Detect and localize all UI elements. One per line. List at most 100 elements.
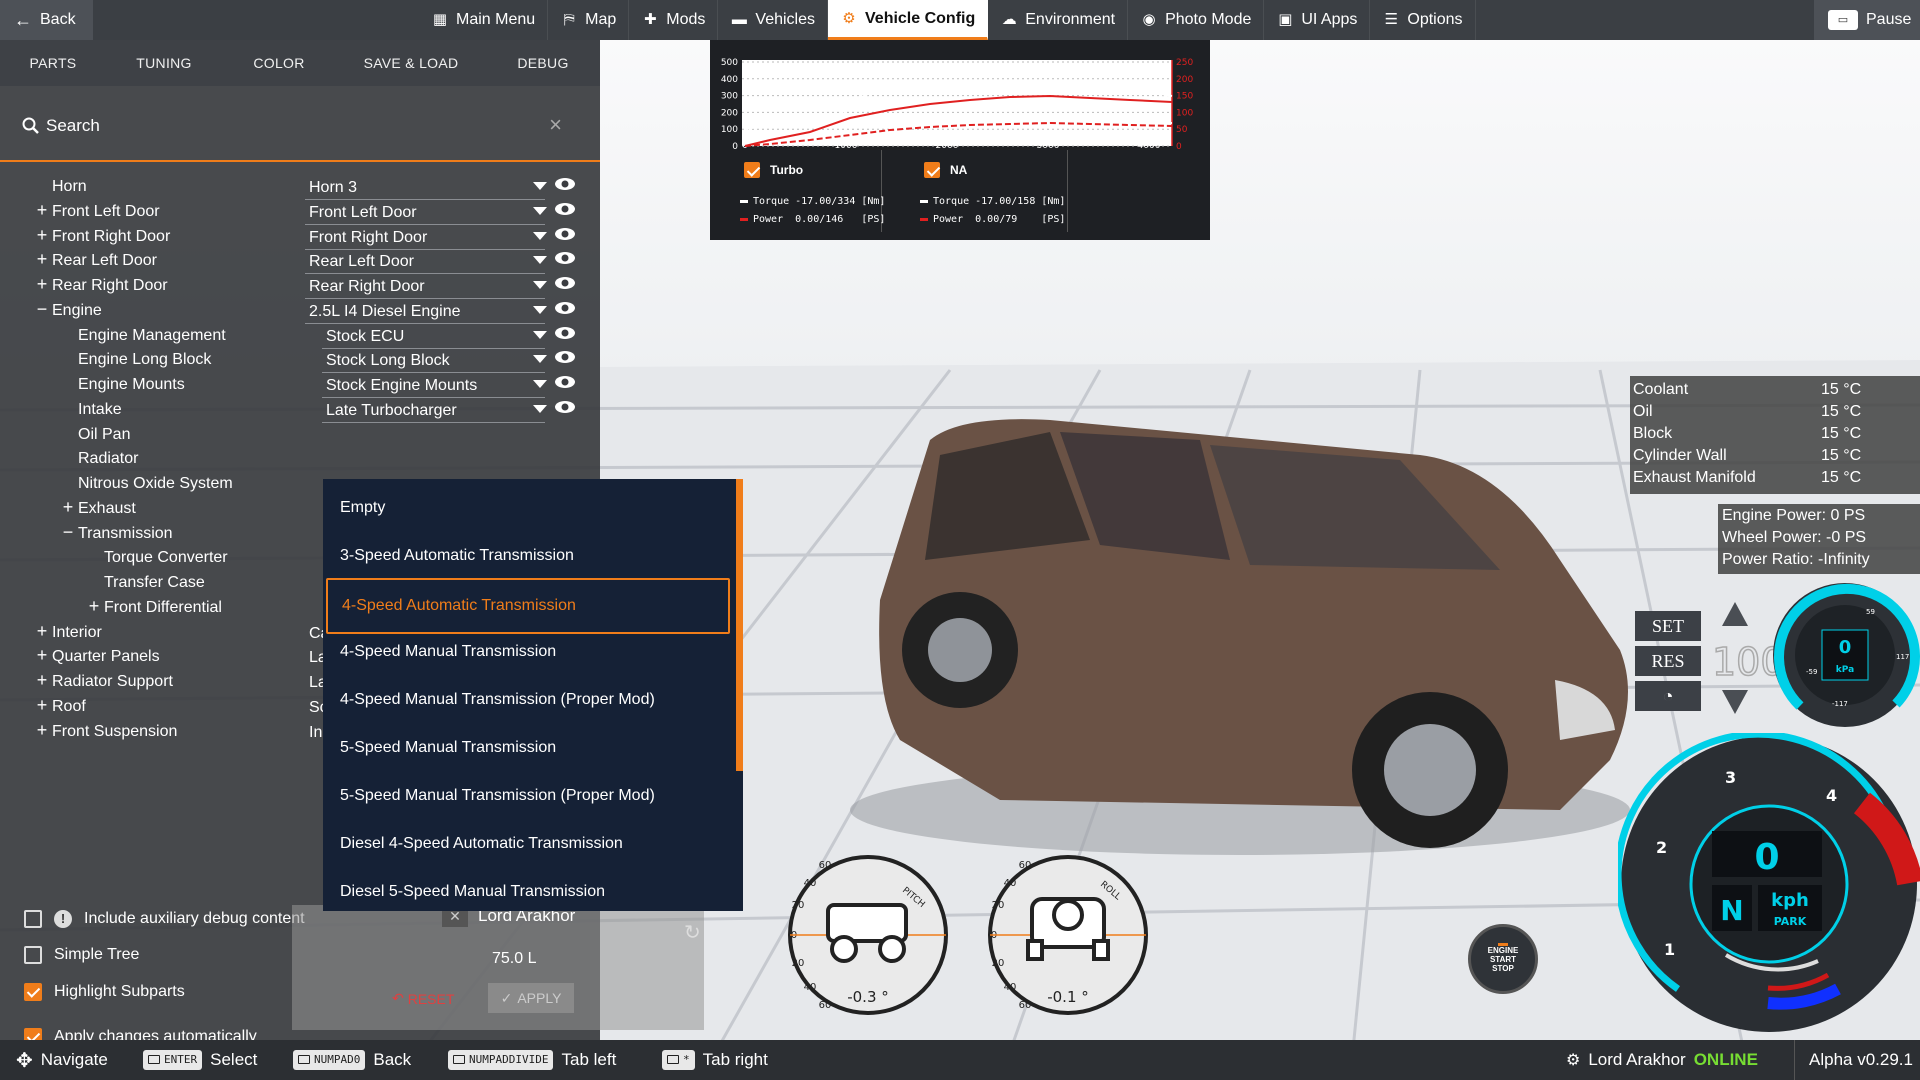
hint-select-label: Select bbox=[210, 1050, 258, 1069]
temp-label: Oil bbox=[1633, 403, 1653, 420]
expand-icon[interactable]: + bbox=[35, 274, 49, 295]
tab-save-load[interactable]: SAVE & LOAD bbox=[336, 40, 486, 86]
refresh-icon[interactable]: ↻ bbox=[684, 920, 701, 945]
part-select[interactable]: In bbox=[305, 717, 323, 745]
nav-photo-mode[interactable]: ◉ Photo Mode bbox=[1128, 0, 1265, 40]
eye-icon[interactable] bbox=[554, 276, 576, 290]
aux-debug-checkbox[interactable] bbox=[24, 910, 42, 928]
option-simple-tree[interactable]: Simple Tree bbox=[24, 946, 139, 964]
nav-options[interactable]: ☰ Options bbox=[1370, 0, 1476, 40]
nav-main-menu[interactable]: ▦ Main Menu bbox=[419, 0, 549, 40]
dropdown-option[interactable]: 4-Speed Manual Transmission bbox=[323, 628, 733, 676]
collapse-icon[interactable]: − bbox=[61, 522, 75, 543]
dropdown-option[interactable]: 4-Speed Manual Transmission (Proper Mod) bbox=[323, 676, 733, 724]
part-slot-name: Transmission bbox=[78, 524, 173, 542]
nav-ui-apps[interactable]: ▣ UI Apps bbox=[1264, 0, 1371, 40]
nav-vehicle-config[interactable]: ⚙ Vehicle Config bbox=[828, 0, 989, 40]
dropdown-option[interactable]: 4-Speed Automatic Transmission bbox=[326, 578, 730, 634]
part-select-value: Horn 3 bbox=[309, 179, 358, 196]
right-tick-label: 200 bbox=[1176, 75, 1193, 85]
dropdown-scrollbar[interactable] bbox=[736, 479, 743, 771]
part-slot-name: Roof bbox=[52, 697, 86, 715]
collapse-icon[interactable]: − bbox=[35, 299, 49, 320]
expand-icon[interactable]: + bbox=[35, 695, 49, 716]
nav-map[interactable]: ⛿ Map bbox=[548, 0, 630, 40]
simple-tree-checkbox[interactable] bbox=[24, 946, 42, 964]
pause-button[interactable]: ▭ Pause bbox=[1814, 0, 1920, 40]
engine-icon: ⚙ bbox=[842, 9, 856, 27]
speed-value: 0 bbox=[1754, 837, 1779, 878]
expand-icon[interactable]: + bbox=[35, 225, 49, 246]
part-select-value: Late Turbocharger bbox=[326, 401, 457, 419]
reset-button[interactable]: ↶ RESET bbox=[392, 990, 454, 1007]
option-aux-debug[interactable]: ! Include auxiliary debug content bbox=[24, 910, 305, 928]
chevron-down-icon bbox=[533, 281, 547, 289]
y-tick-label: 500 bbox=[721, 58, 738, 68]
tab-color[interactable]: COLOR bbox=[222, 40, 336, 86]
misc-info-panel: ✕ Lord Arakhor ↻ 75.0 L ↶ RESET ✓ APPLY bbox=[292, 905, 704, 1030]
search-bar[interactable]: Search × bbox=[0, 86, 600, 162]
eye-icon[interactable] bbox=[554, 177, 576, 191]
expand-icon[interactable]: + bbox=[35, 670, 49, 691]
chevron-down-icon bbox=[533, 305, 547, 314]
tab-tuning[interactable]: TUNING bbox=[106, 40, 222, 86]
nav-vehicles[interactable]: ▬ Vehicles bbox=[718, 0, 828, 40]
nav-mods[interactable]: ✚ Mods bbox=[629, 0, 719, 40]
eye-icon[interactable] bbox=[554, 400, 576, 414]
expand-icon[interactable]: + bbox=[87, 596, 101, 617]
engine-power: Engine Power: 0 PS bbox=[1722, 507, 1866, 524]
back-button[interactable]: ← Back bbox=[0, 0, 93, 40]
attitude-tick: 60 bbox=[819, 860, 832, 871]
na-power: Power 0.00/79 [PS] bbox=[933, 214, 1066, 225]
eye-icon[interactable] bbox=[554, 326, 576, 340]
tab-parts[interactable]: PARTS bbox=[0, 40, 106, 86]
cruise-down-arrow-icon[interactable] bbox=[1722, 690, 1748, 714]
expand-icon[interactable]: + bbox=[35, 200, 49, 221]
dropdown-option[interactable]: Empty bbox=[323, 484, 733, 532]
puzzle-icon: ✚ bbox=[643, 11, 657, 28]
apply-button[interactable]: ✓ APPLY bbox=[488, 983, 574, 1013]
cruise-res-button[interactable]: RES bbox=[1635, 646, 1701, 676]
engine-start-stop-button[interactable]: ENGINE START STOP bbox=[1468, 924, 1538, 994]
dropdown-option[interactable]: Diesel 5-Speed Manual Transmission bbox=[323, 868, 733, 911]
clear-search-icon[interactable]: × bbox=[549, 112, 562, 138]
dropdown-option[interactable]: 3-Speed Automatic Transmission bbox=[323, 532, 733, 580]
rpm-tick-4: 4 bbox=[1826, 786, 1837, 805]
eye-icon[interactable] bbox=[554, 251, 576, 265]
sliders-icon: ☰ bbox=[1384, 11, 1399, 28]
turbo-name: Turbo bbox=[770, 163, 804, 177]
dropdown-option[interactable]: 5-Speed Manual Transmission (Proper Mod) bbox=[323, 772, 733, 820]
highlight-subparts-checkbox[interactable] bbox=[24, 983, 42, 1001]
config-tabs: PARTS TUNING COLOR SAVE & LOAD DEBUG bbox=[0, 40, 600, 86]
user-status[interactable]: ⚙ Lord Arakhor ONLINE bbox=[1566, 1040, 1758, 1080]
chevron-down-icon bbox=[533, 404, 547, 413]
expand-icon[interactable]: + bbox=[35, 621, 49, 642]
torque-swatch bbox=[920, 200, 928, 203]
highlight-subparts-label: Highlight Subparts bbox=[54, 983, 185, 1000]
nav-environment[interactable]: ☁ Environment bbox=[988, 0, 1129, 40]
undo-icon: ↶ bbox=[392, 990, 404, 1006]
expand-icon[interactable]: + bbox=[61, 497, 75, 518]
eye-icon[interactable] bbox=[554, 301, 576, 315]
cruise-speedometer-icon[interactable]: ◔ bbox=[1635, 681, 1701, 711]
turbo-checkbox[interactable] bbox=[744, 162, 760, 178]
chevron-down-icon bbox=[533, 182, 547, 190]
expand-icon[interactable]: + bbox=[35, 645, 49, 666]
expand-icon[interactable]: + bbox=[35, 249, 49, 270]
option-highlight-subparts[interactable]: Highlight Subparts bbox=[24, 983, 185, 1001]
eye-icon[interactable] bbox=[554, 202, 576, 216]
eye-icon[interactable] bbox=[554, 350, 576, 364]
cruise-set-button[interactable]: SET bbox=[1635, 611, 1701, 641]
tab-debug[interactable]: DEBUG bbox=[486, 40, 600, 86]
na-checkbox[interactable] bbox=[924, 162, 940, 178]
eye-icon[interactable] bbox=[554, 375, 576, 389]
expand-icon[interactable]: + bbox=[35, 720, 49, 741]
eye-icon[interactable] bbox=[554, 227, 576, 241]
attitude-indicators: 6040200204060 PITCH -0.3 ° 6040200204060… bbox=[788, 855, 1148, 1015]
dropdown-option[interactable]: Diesel 4-Speed Automatic Transmission bbox=[323, 820, 733, 868]
nav-label: Main Menu bbox=[456, 11, 536, 28]
dropdown-option[interactable]: 5-Speed Manual Transmission bbox=[323, 724, 733, 772]
cruise-up-arrow-icon[interactable] bbox=[1722, 602, 1748, 626]
part-slot-name: Front Suspension bbox=[52, 722, 178, 740]
attitude-tick: 20 bbox=[792, 958, 805, 969]
